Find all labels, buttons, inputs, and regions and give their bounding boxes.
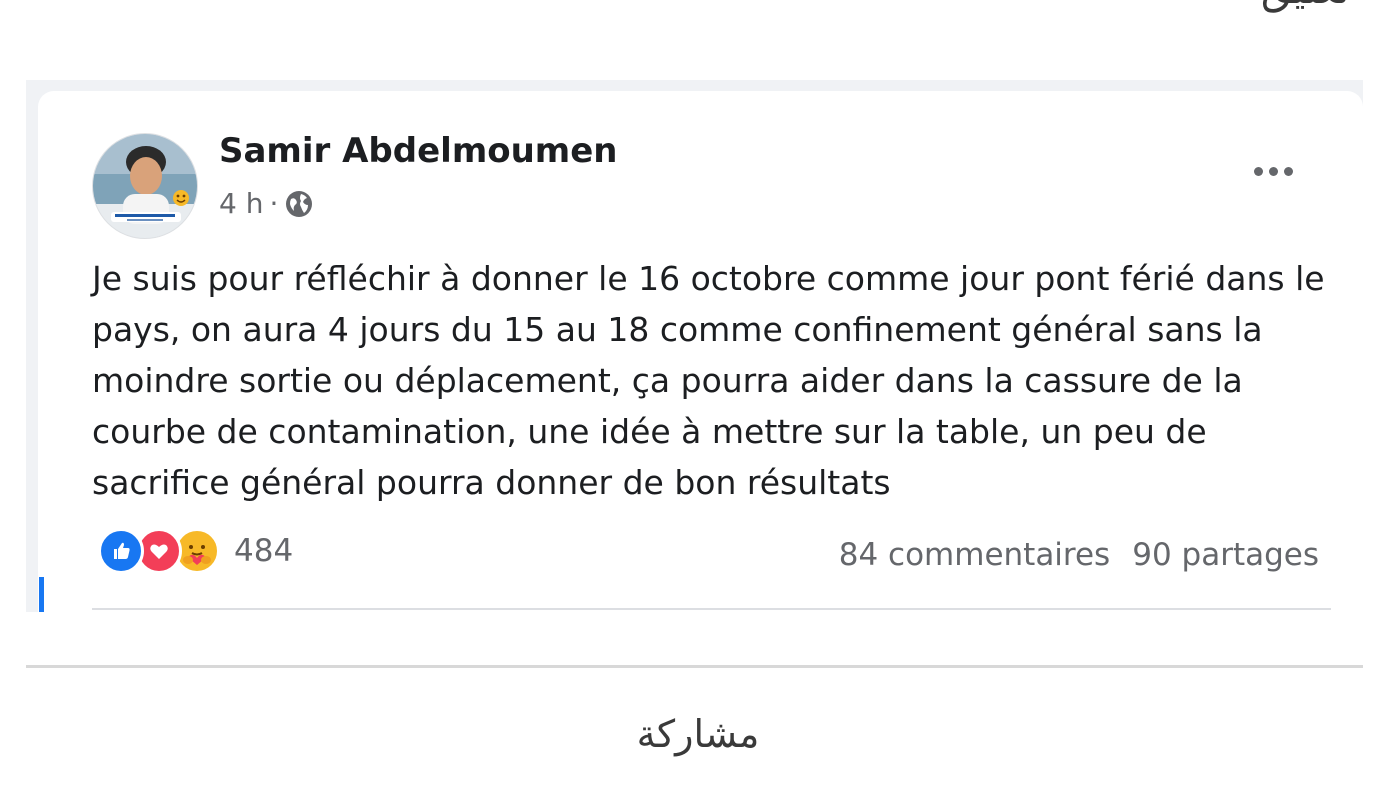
card-divider [92,608,1331,610]
more-dot [1283,166,1293,176]
more-dot [1253,166,1263,176]
comments-count-link[interactable]: 84 commentaires [839,537,1110,573]
left-accent-bar [39,577,44,612]
share-button[interactable]: مشاركة [0,712,1396,756]
post-card: Samir Abdelmoumen 4 h · Je suis pour réf… [38,91,1363,612]
engagement-stats: 84 commentaires 90 partages [839,537,1319,573]
reactions-count: 484 [234,533,294,569]
post-text: Je suis pour réfléchir à donner le 16 oc… [92,259,1325,502]
post-time[interactable]: 4 h [219,187,263,220]
shares-count-link[interactable]: 90 partages [1132,537,1319,573]
reactions-summary[interactable]: 484 [98,528,293,574]
page: تعليق [0,0,1396,797]
globe-icon [284,189,314,219]
more-options-button[interactable] [1243,151,1303,191]
like-reaction-icon [98,528,144,574]
section-divider [26,665,1363,668]
embedded-post-frame: Samir Abdelmoumen 4 h · Je suis pour réf… [26,80,1363,612]
comment-label[interactable]: تعليق [1261,0,1350,10]
post-meta: 4 h · [219,187,314,220]
meta-separator: · [269,187,279,220]
more-dot [1268,166,1278,176]
author-avatar[interactable] [92,133,198,239]
author-name[interactable]: Samir Abdelmoumen [219,131,618,171]
